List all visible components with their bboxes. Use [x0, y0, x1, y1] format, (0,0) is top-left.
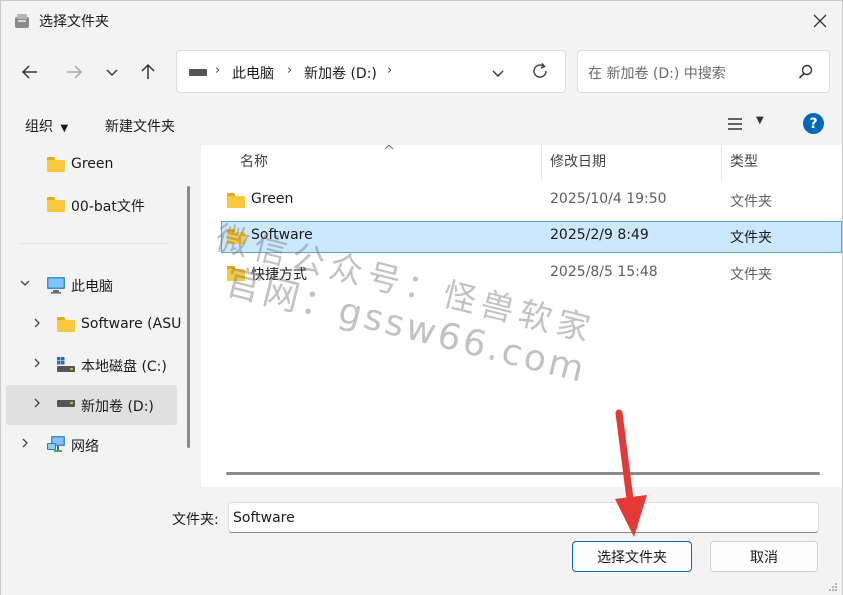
back-button[interactable] — [17, 59, 43, 85]
search-icon[interactable] — [797, 63, 815, 81]
chevron-right-icon[interactable]: › — [215, 63, 220, 78]
caret-down-icon: ▼ — [756, 115, 764, 126]
breadcrumb-drive-d[interactable]: 新加卷 (D:) — [304, 63, 377, 83]
app-icon — [15, 14, 29, 28]
column-divider[interactable] — [541, 145, 542, 181]
refresh-icon — [533, 63, 547, 78]
address-dropdown-button[interactable] — [491, 63, 505, 84]
chevron-right-icon[interactable] — [31, 357, 43, 372]
arrow-left-icon — [21, 65, 37, 79]
folder-icon — [227, 193, 245, 208]
close-button[interactable] — [806, 7, 834, 35]
row-name: Green — [251, 191, 294, 207]
close-icon — [813, 14, 827, 28]
row-type: 文件夹 — [730, 194, 772, 210]
dialog-footer: 文件夹: 选择文件夹 取消 — [1, 487, 842, 595]
search-placeholder[interactable]: 在 新加卷 (D:) 中搜索 — [588, 63, 726, 83]
nav-item-bat[interactable]: 00-bat文件 — [1, 185, 179, 225]
column-header-date[interactable]: 修改日期 — [550, 151, 606, 171]
chevron-right-icon[interactable]: › — [287, 63, 292, 78]
view-options-button[interactable]: ▼ — [727, 114, 777, 134]
folder-icon — [227, 266, 245, 281]
nav-item-green[interactable]: Green — [1, 145, 179, 185]
nav-item-label: Green — [71, 156, 114, 172]
arrow-up-icon — [141, 63, 155, 79]
resize-grip-icon[interactable] — [828, 582, 838, 592]
nav-item-label: 新加卷 (D:) — [81, 399, 154, 415]
column-header-name[interactable]: 名称 — [240, 151, 268, 171]
list-view-icon — [728, 118, 742, 130]
forward-button[interactable] — [61, 59, 87, 85]
nav-item-local-disk-c[interactable]: 本地磁盘 (C:) — [1, 345, 179, 385]
drive-icon — [57, 400, 75, 407]
nav-item-network[interactable]: 网络 — [1, 425, 179, 465]
organize-label: 组织 — [25, 119, 53, 135]
organize-menu[interactable]: 组织 ▼ — [25, 116, 68, 136]
horizontal-scrollbar[interactable] — [226, 472, 820, 475]
nav-divider — [21, 243, 167, 244]
row-date: 2025/10/4 19:50 — [550, 191, 667, 207]
row-name: 快捷方式 — [251, 267, 307, 283]
sort-ascending-icon — [383, 145, 395, 154]
folder-open-icon — [227, 229, 245, 244]
refresh-button[interactable] — [531, 60, 549, 85]
nav-item-label: 网络 — [71, 439, 99, 455]
chevron-right-icon[interactable] — [31, 397, 43, 412]
navigation-bar: › 此电脑 › 新加卷 (D:) › 在 新加卷 (D:) 中搜索 — [1, 41, 842, 101]
arrow-right-icon — [67, 65, 83, 79]
windows-drive-icon — [57, 357, 75, 372]
chevron-right-icon[interactable] — [19, 437, 31, 452]
search-box[interactable]: 在 新加卷 (D:) 中搜索 — [577, 50, 830, 93]
nav-item-drive-d[interactable]: 新加卷 (D:) — [6, 385, 177, 425]
up-button[interactable] — [135, 59, 161, 85]
chevron-down-icon — [492, 70, 504, 77]
nav-item-label: Software (ASU — [81, 316, 182, 332]
row-type: 文件夹 — [730, 267, 772, 283]
select-folder-dialog: 选择文件夹 › 此电脑 › 新加卷 (D:) › 在 新加卷 (D:) 中搜索 … — [0, 0, 843, 595]
nav-item-label: 00-bat文件 — [71, 199, 145, 215]
row-type: 文件夹 — [730, 230, 772, 246]
file-list: 名称 修改日期 类型 Green 2025/10/4 19:50 文件夹 Sof… — [201, 145, 842, 487]
column-header-type[interactable]: 类型 — [730, 151, 758, 171]
row-name: Software — [251, 227, 313, 243]
folder-icon — [47, 157, 65, 172]
folder-name-input[interactable] — [228, 502, 819, 533]
breadcrumb-this-pc[interactable]: 此电脑 — [232, 63, 274, 83]
folder-field-label: 文件夹: — [172, 512, 219, 528]
table-row-selected[interactable]: Software 2025/2/9 8:49 文件夹 — [221, 221, 842, 253]
chevron-right-icon[interactable]: › — [387, 63, 392, 78]
window-title: 选择文件夹 — [39, 14, 109, 30]
cancel-button[interactable]: 取消 — [710, 541, 818, 572]
nav-item-this-pc[interactable]: 此电脑 — [1, 265, 179, 305]
chevron-down-icon — [106, 69, 118, 76]
folder-icon — [57, 317, 75, 332]
navigation-pane: Green 00-bat文件 此电脑 Software (ASU 本地磁盘 (C… — [1, 145, 191, 487]
row-date: 2025/8/5 15:48 — [550, 264, 658, 280]
network-icon — [47, 436, 65, 452]
column-divider[interactable] — [721, 145, 722, 181]
chevron-down-icon[interactable] — [19, 277, 31, 292]
command-bar: 组织 ▼ 新建文件夹 ▼ ? — [1, 101, 842, 145]
help-icon[interactable]: ? — [803, 113, 824, 134]
table-row[interactable]: 快捷方式 2025/8/5 15:48 文件夹 — [221, 258, 842, 290]
address-bar[interactable]: › 此电脑 › 新加卷 (D:) › — [176, 50, 566, 93]
row-date: 2025/2/9 8:49 — [550, 227, 649, 243]
nav-item-label: 本地磁盘 (C:) — [81, 359, 167, 375]
table-row[interactable]: Green 2025/10/4 19:50 文件夹 — [221, 185, 842, 217]
drive-icon — [189, 69, 207, 76]
folder-icon — [47, 197, 65, 212]
computer-icon — [47, 277, 65, 294]
title-bar: 选择文件夹 — [1, 1, 842, 41]
nav-pane-scrollbar[interactable] — [187, 186, 190, 448]
nav-item-software[interactable]: Software (ASU — [1, 305, 182, 345]
select-folder-button[interactable]: 选择文件夹 — [572, 541, 692, 572]
recent-locations-button[interactable] — [99, 59, 125, 85]
caret-down-icon: ▼ — [60, 123, 69, 134]
chevron-right-icon[interactable] — [31, 317, 43, 332]
nav-item-label: 此电脑 — [71, 279, 113, 295]
new-folder-button[interactable]: 新建文件夹 — [105, 116, 175, 136]
